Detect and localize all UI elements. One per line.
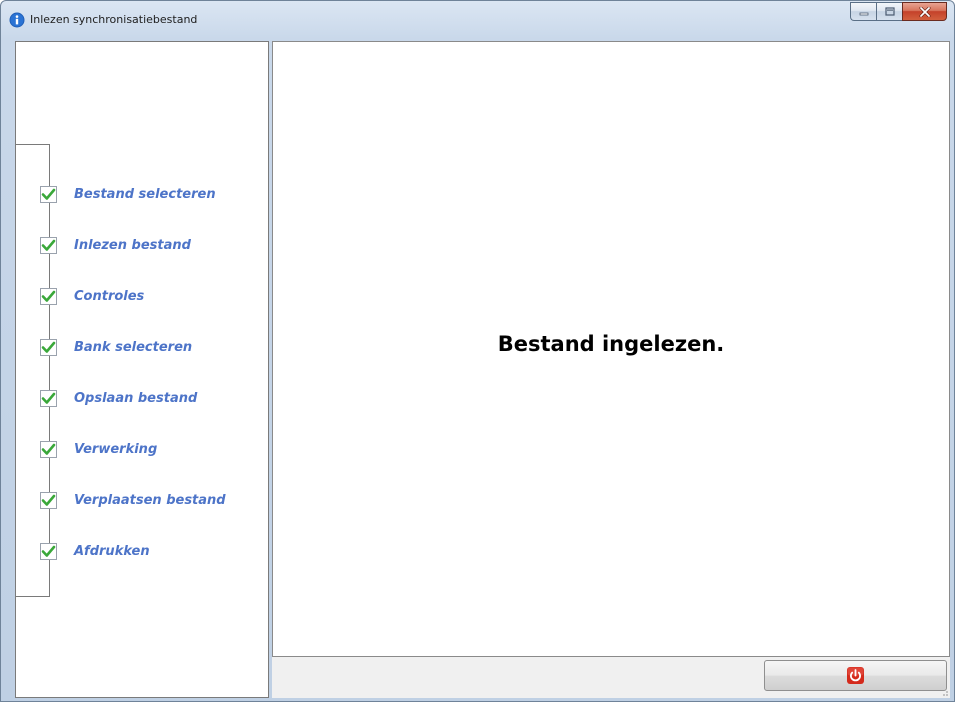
step-item[interactable]: Inlezen bestand bbox=[40, 235, 191, 255]
close-button[interactable] bbox=[902, 2, 947, 21]
check-icon bbox=[40, 338, 57, 356]
dialog-window: Inlezen synchronisatiebestand Bestand se… bbox=[0, 0, 955, 702]
power-icon bbox=[847, 667, 864, 684]
content-panel: Bestand ingelezen. bbox=[272, 41, 950, 657]
title-bar[interactable]: Inlezen synchronisatiebestand bbox=[1, 1, 954, 41]
step-item[interactable]: Controles bbox=[40, 286, 144, 306]
info-icon bbox=[9, 12, 25, 28]
check-icon bbox=[40, 491, 57, 509]
minimize-button[interactable] bbox=[850, 2, 876, 21]
window-controls bbox=[850, 2, 947, 22]
step-label: Inlezen bestand bbox=[74, 237, 191, 253]
step-item[interactable]: Afdrukken bbox=[40, 541, 150, 561]
check-icon bbox=[40, 440, 57, 458]
check-icon bbox=[40, 542, 57, 560]
power-button[interactable] bbox=[764, 660, 947, 691]
minimize-icon bbox=[859, 12, 868, 15]
step-label: Verplaatsen bestand bbox=[74, 492, 226, 508]
step-label: Controles bbox=[74, 288, 145, 304]
maximize-button[interactable] bbox=[876, 2, 902, 21]
status-message: Bestand ingelezen. bbox=[497, 332, 725, 356]
maximize-icon bbox=[884, 7, 895, 16]
check-icon bbox=[40, 287, 57, 305]
footer-bar bbox=[272, 657, 950, 698]
steps-panel: Bestand selecteren Inlezen bestand Contr… bbox=[15, 41, 269, 698]
check-icon bbox=[40, 236, 57, 254]
step-label: Afdrukken bbox=[74, 543, 150, 559]
check-icon bbox=[40, 389, 57, 407]
step-item[interactable]: Bestand selecteren bbox=[40, 184, 216, 204]
step-item[interactable]: Bank selecteren bbox=[40, 337, 192, 357]
step-label: Bestand selecteren bbox=[74, 186, 216, 202]
close-icon bbox=[919, 6, 930, 17]
step-tree-line bbox=[16, 144, 50, 597]
step-label: Opslaan bestand bbox=[74, 390, 198, 406]
step-item[interactable]: Verplaatsen bestand bbox=[40, 490, 226, 510]
resize-grip-icon[interactable] bbox=[939, 687, 949, 697]
check-icon bbox=[40, 185, 57, 203]
step-item[interactable]: Verwerking bbox=[40, 439, 157, 459]
step-label: Bank selecteren bbox=[74, 339, 193, 355]
window-title: Inlezen synchronisatiebestand bbox=[30, 13, 198, 26]
step-item[interactable]: Opslaan bestand bbox=[40, 388, 197, 408]
step-label: Verwerking bbox=[74, 441, 158, 457]
